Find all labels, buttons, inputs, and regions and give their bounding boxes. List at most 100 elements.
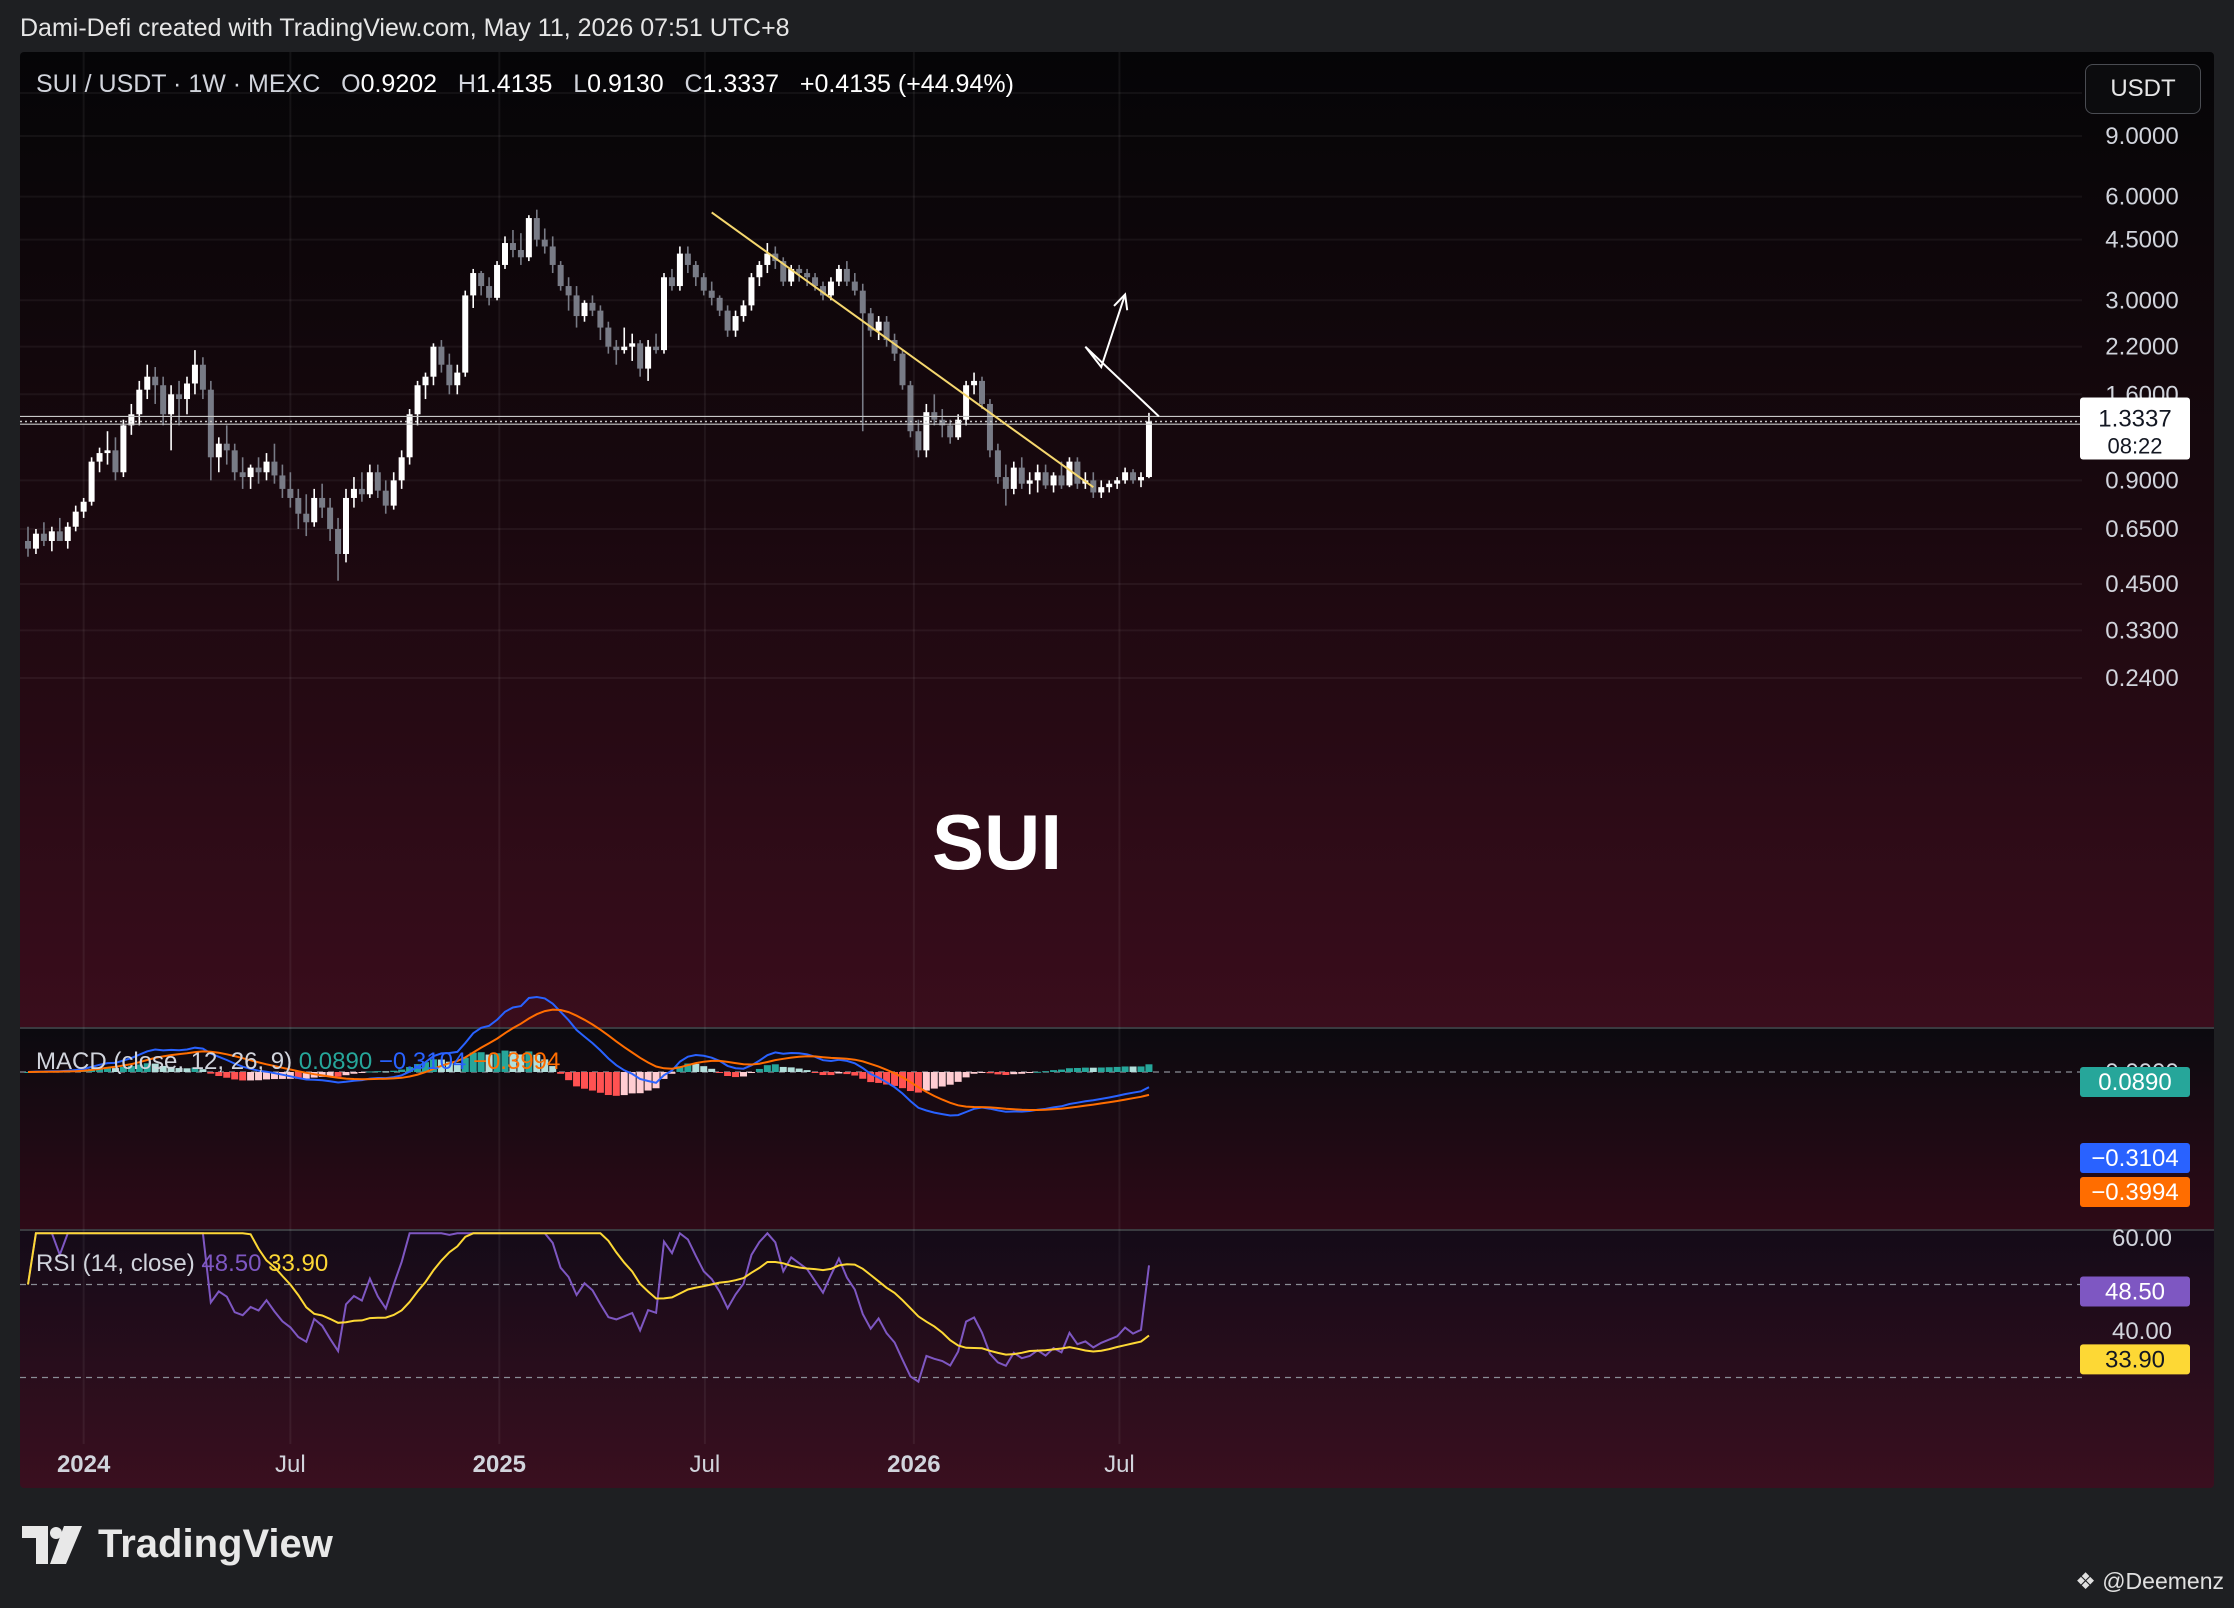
candle-body	[573, 295, 580, 317]
candle-body	[645, 346, 652, 369]
tradingview-logo-text: TradingView	[98, 1522, 333, 1566]
tradingview-logo[interactable]: TradingView	[22, 1522, 333, 1567]
macd-histogram-value: 0.0890	[298, 1048, 373, 1075]
rsi-value: 48.50	[201, 1250, 262, 1277]
macd-histogram-bar	[1018, 1072, 1026, 1074]
candle-body	[494, 264, 501, 298]
candle-body	[446, 364, 453, 386]
candle-body	[1138, 477, 1144, 481]
candle-body	[796, 268, 803, 274]
candle-body	[478, 273, 485, 287]
rsi-tick-label: 40.00	[2112, 1318, 2172, 1345]
symbol-info[interactable]: SUI / USDT · 1W · MEXC	[36, 70, 320, 98]
macd-histogram-bar	[787, 1067, 795, 1072]
macd-histogram-bar	[1042, 1071, 1050, 1073]
macd-histogram-bar	[692, 1063, 700, 1072]
candle-body	[454, 372, 461, 386]
candle-body	[414, 385, 421, 415]
macd-histogram-bar	[827, 1072, 835, 1076]
macd-histogram-bar	[1121, 1066, 1129, 1072]
candle-body	[247, 467, 254, 478]
bar-countdown: 08:22	[2107, 434, 2162, 459]
macd-histogram-bar	[716, 1072, 724, 1073]
macd-histogram-bar	[859, 1072, 867, 1079]
rsi-indicator-label[interactable]: RSI (14, close)	[36, 1250, 195, 1277]
candle-body	[1114, 480, 1121, 484]
candle-body	[231, 450, 238, 473]
candle-body	[994, 450, 1001, 478]
rsi-legend[interactable]: RSI (14, close) 48.50 33.90	[36, 1250, 328, 1278]
macd-histogram-axis-value: 0.0890	[2098, 1069, 2171, 1096]
x-tick-label: 2025	[473, 1451, 526, 1478]
candle-body	[971, 380, 978, 386]
macd-histogram-bar	[1065, 1068, 1073, 1072]
price-tick-label: 4.5000	[2105, 227, 2178, 254]
candle-body	[168, 394, 175, 415]
rsi-ma-value: 33.90	[268, 1250, 329, 1277]
candle-body	[88, 461, 95, 502]
macd-legend[interactable]: MACD (close, 12, 26, 9) 0.0890 −0.3104 −…	[36, 1048, 560, 1076]
candle-body	[947, 425, 954, 438]
macd-histogram-bar	[1137, 1066, 1145, 1072]
macd-histogram-bar	[1081, 1067, 1089, 1072]
candle-body	[422, 376, 429, 386]
candle-body	[1042, 472, 1049, 486]
candle-body	[287, 488, 294, 498]
candle-body	[629, 343, 636, 347]
diamond-icon: ❖	[2075, 1568, 2096, 1594]
candle-body	[827, 281, 834, 296]
candle-body	[915, 431, 922, 451]
macd-histogram-bar	[795, 1068, 803, 1072]
candle-body	[653, 346, 660, 351]
candle-body	[486, 286, 493, 298]
candle-body	[366, 472, 373, 495]
candle-body	[398, 457, 405, 481]
macd-histogram-bar	[1050, 1070, 1058, 1072]
candle-body	[207, 389, 214, 458]
candle-body	[199, 364, 206, 390]
author-handle: @Deemenz	[2102, 1568, 2224, 1594]
x-tick-label: 2026	[887, 1451, 940, 1478]
macd-histogram-bar	[1058, 1069, 1065, 1072]
macd-histogram-bar	[1113, 1066, 1121, 1072]
x-tick-label: Jul	[275, 1451, 306, 1478]
candle-body	[509, 243, 516, 250]
candle-body	[1130, 472, 1137, 481]
candle-body	[176, 394, 183, 400]
candle-body	[80, 501, 87, 512]
chart-frame[interactable]: 2024Jul2025Jul2026Jul12.00009.00006.0000…	[20, 52, 2214, 1488]
macd-histogram-bar	[978, 1072, 986, 1073]
candle-body	[1050, 475, 1057, 486]
x-tick-label: 2024	[57, 1451, 111, 1478]
macd-histogram-bar	[1145, 1064, 1153, 1072]
candle-body	[350, 488, 357, 498]
chart-canvas[interactable]: 2024Jul2025Jul2026Jul12.00009.00006.0000…	[20, 52, 2214, 1488]
macd-histogram-bar	[779, 1066, 787, 1072]
macd-histogram-bar	[994, 1072, 1002, 1075]
macd-indicator-label[interactable]: MACD (close, 12, 26, 9)	[36, 1048, 292, 1075]
author-credit: ❖ @Deemenz	[2075, 1568, 2224, 1595]
candle-body	[160, 385, 167, 415]
macd-histogram-bar	[581, 1072, 588, 1089]
price-tick-label: 9.0000	[2105, 123, 2178, 150]
candle-body	[343, 497, 349, 554]
macd-histogram-bar	[922, 1072, 930, 1091]
macd-histogram-bar	[851, 1072, 859, 1076]
candle-body	[1106, 483, 1113, 488]
symbol-watermark: SUI	[932, 798, 1063, 886]
macd-histogram-bar	[636, 1072, 644, 1094]
symbol-legend[interactable]: SUI / USDT · 1W · MEXC O0.9202 H1.4135 L…	[36, 70, 1014, 99]
candle-body	[56, 531, 63, 541]
macd-histogram-bar	[747, 1072, 755, 1073]
candle-body	[621, 346, 628, 351]
candle-body	[668, 277, 675, 287]
candle-body	[263, 461, 270, 473]
macd-line-axis-value: −0.3104	[2091, 1145, 2178, 1172]
macd-histogram-bar	[573, 1072, 581, 1087]
macd-histogram-bar	[1073, 1067, 1081, 1072]
candle-body	[1010, 467, 1017, 489]
candle-body	[1066, 461, 1073, 486]
macd-histogram-bar	[1097, 1067, 1105, 1072]
currency-button[interactable]: USDT	[2085, 64, 2201, 114]
rsi-ma-axis-value: 33.90	[2105, 1346, 2165, 1373]
